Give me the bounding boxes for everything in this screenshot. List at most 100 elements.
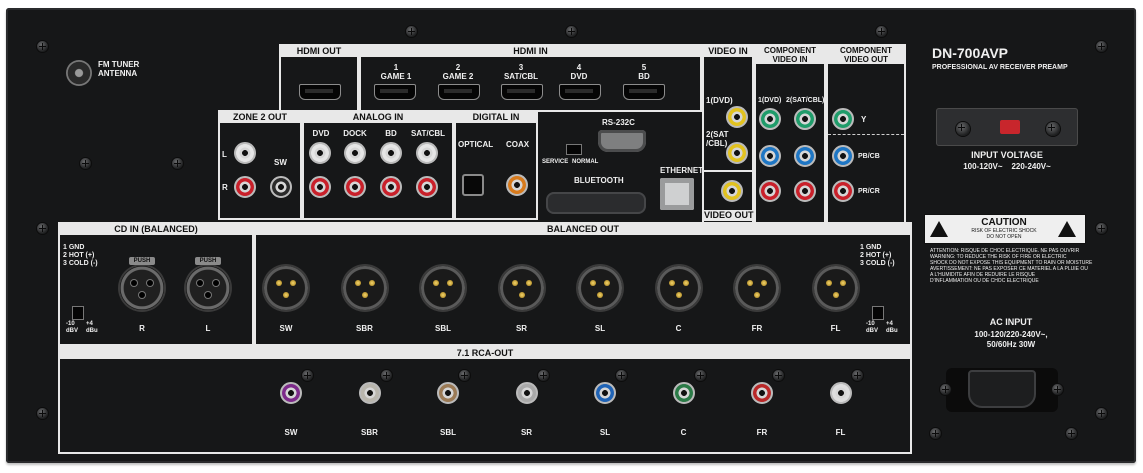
cd-in-r-jack[interactable]: PUSH <box>120 257 164 310</box>
screw-icon <box>406 26 417 37</box>
hdmi-in-2-name: GAME 2 <box>442 72 474 81</box>
hdmi-in-2-port[interactable] <box>438 84 480 100</box>
ethernet-port[interactable] <box>660 178 694 210</box>
cd-in-r-push-tab[interactable]: PUSH <box>129 257 155 265</box>
balanced-out-sbr-jack[interactable] <box>342 266 387 310</box>
rca-out-sl-jack[interactable] <box>594 382 616 404</box>
fm-antenna-jack[interactable] <box>66 60 92 86</box>
balanced-out-fl-label: FL <box>830 324 841 333</box>
cd-in-l-jack[interactable]: PUSH <box>186 257 230 310</box>
rca-out-sr-jack[interactable] <box>515 382 538 404</box>
balanced-out-level-switch[interactable] <box>872 306 884 320</box>
hdmi-in-4-port[interactable] <box>559 84 601 100</box>
rca-out-section <box>58 346 912 454</box>
balanced-out-title: BALANCED OUT <box>256 224 910 235</box>
rca-out-sbl-label: SBL <box>440 428 456 437</box>
screw-icon <box>537 370 549 381</box>
analog-in-bd-r[interactable] <box>380 176 402 198</box>
service-switch[interactable] <box>566 144 582 155</box>
xlr-pin <box>354 280 361 286</box>
analog-in-section <box>302 110 454 220</box>
ethernet-label: ETHERNET <box>660 166 704 175</box>
zone2-sw-jack[interactable] <box>270 176 292 198</box>
screw-icon <box>37 223 48 234</box>
screw-icon <box>566 26 577 37</box>
hdmi-in-3-port[interactable] <box>501 84 543 100</box>
rear-panel: FM TUNER ANTENNA HDMI OUT HDMI IN 1 GAME… <box>6 8 1136 463</box>
ac-inlet-socket[interactable] <box>968 370 1036 408</box>
cd-in-level-switch[interactable] <box>72 306 84 320</box>
xlr-pin <box>511 280 518 286</box>
xlr-pin <box>590 280 596 286</box>
video-out-jack[interactable] <box>721 180 743 202</box>
normal-label: NORMAL <box>572 159 599 165</box>
component-out-y[interactable] <box>832 108 854 130</box>
balanced-out-sw-jack[interactable] <box>264 266 308 310</box>
component-in-2-pb[interactable] <box>794 145 816 167</box>
screw-icon <box>876 26 887 37</box>
rca-out-sw-jack[interactable] <box>280 382 302 404</box>
component-out-pb-label: PB/CB <box>858 153 880 160</box>
analog-in-satcbl-r[interactable] <box>416 176 438 198</box>
analog-in-dvd-r[interactable] <box>309 176 331 198</box>
xlr-pin <box>368 280 375 286</box>
voltage-switch[interactable] <box>1000 120 1020 134</box>
analog-in-dvd-label: DVD <box>312 129 330 138</box>
zone2-l-jack[interactable] <box>234 142 256 164</box>
analog-in-dock-label: DOCK <box>343 129 367 138</box>
rs232c-port[interactable] <box>598 130 646 152</box>
screw-icon <box>616 370 627 381</box>
component-out-pr-label: PR/CR <box>858 188 880 195</box>
ac-input-spec: 100-120/220-240V~, 50/60Hz 30W <box>974 330 1048 349</box>
screw-icon <box>940 384 951 395</box>
balanced-out-sbl-jack[interactable] <box>421 266 465 310</box>
component-out-pr[interactable] <box>832 180 854 202</box>
hdmi-in-1-port[interactable] <box>374 84 416 100</box>
rca-out-fr-jack[interactable] <box>751 382 773 404</box>
component-in-1-pr[interactable] <box>759 180 781 202</box>
balanced-out-c-jack[interactable] <box>656 266 701 310</box>
analog-in-dock-r[interactable] <box>344 176 366 198</box>
zone2-r-jack[interactable] <box>234 176 256 198</box>
screw-icon <box>773 370 784 381</box>
video-in-2-jack[interactable] <box>726 142 748 164</box>
analog-in-title: ANALOG IN <box>304 112 452 123</box>
screw-icon <box>1096 223 1107 234</box>
xlr-pin <box>276 280 282 286</box>
xlr-pin <box>290 280 296 286</box>
balanced-out-fl-jack[interactable] <box>813 266 858 310</box>
rca-out-fl-label: FL <box>835 428 846 437</box>
component-in-2-pr[interactable] <box>794 180 816 202</box>
analog-in-dvd-l[interactable] <box>309 142 331 164</box>
rca-out-sbl-jack[interactable] <box>437 382 459 404</box>
bluetooth-module[interactable] <box>546 192 646 214</box>
digital-in-optical-label: OPTICAL <box>458 140 494 149</box>
rca-out-c-label: C <box>680 428 687 437</box>
component-in-2-y[interactable] <box>794 108 816 130</box>
xlr-pin <box>747 280 753 286</box>
balanced-out-fr-jack[interactable] <box>735 266 779 310</box>
xlr-pin <box>597 292 603 298</box>
rca-out-c-jack[interactable] <box>672 382 695 404</box>
optical-jack[interactable] <box>462 174 484 196</box>
rca-out-sbr-jack[interactable] <box>358 382 381 404</box>
analog-in-bd-l[interactable] <box>380 142 402 164</box>
hdmi-in-5-port[interactable] <box>623 84 665 100</box>
coax-jack[interactable] <box>506 174 528 196</box>
rca-out-sw-label: SW <box>284 428 298 437</box>
caution-text: ATTENTION: RISQUE DE CHOC ELECTRIQUE. NE… <box>930 248 1093 284</box>
balanced-out-sl-jack[interactable] <box>578 266 622 310</box>
video-in-1-jack[interactable] <box>726 106 748 128</box>
hdmi-out-port[interactable] <box>299 84 341 100</box>
component-in-1-y[interactable] <box>759 108 781 130</box>
balanced-out-sr-jack[interactable] <box>499 266 544 310</box>
zone2-title: ZONE 2 OUT <box>220 112 300 123</box>
video-out-title: VIDEO OUT <box>704 210 754 221</box>
rca-out-fl-jack[interactable] <box>829 382 852 404</box>
input-voltage-value: 100-120V~ 220-240V~ <box>963 162 1051 171</box>
analog-in-satcbl-l[interactable] <box>416 142 438 164</box>
cd-in-l-push-tab[interactable]: PUSH <box>195 257 221 265</box>
analog-in-dock-l[interactable] <box>344 142 366 164</box>
component-in-1-pb[interactable] <box>759 145 781 167</box>
component-out-pb[interactable] <box>832 145 854 167</box>
